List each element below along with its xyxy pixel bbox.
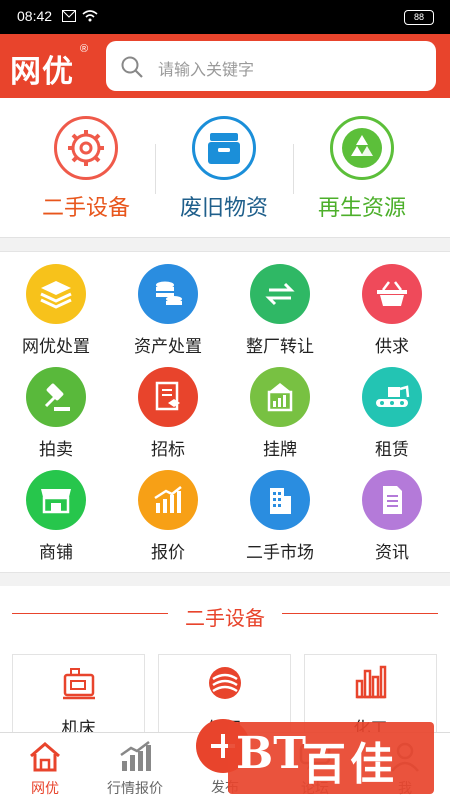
top-category-card: 二手设备 废旧物资 再生资源 <box>0 98 450 238</box>
grid-label: 供求 <box>375 337 409 356</box>
grid-label: 商铺 <box>39 543 73 562</box>
grid-label: 报价 <box>151 543 185 562</box>
category-label: 二手设备 <box>41 195 130 220</box>
textile-icon <box>208 667 241 699</box>
app-logo: 网优 <box>10 54 74 90</box>
chart-board-icon <box>250 367 310 427</box>
chemical-plant-icon <box>355 665 386 699</box>
section-title: 二手设备 <box>185 608 265 630</box>
grid-label: 资产处置 <box>134 337 202 356</box>
recycle-icon <box>330 116 394 180</box>
grid-label: 资讯 <box>375 543 409 562</box>
grid-item-news[interactable]: 资讯 <box>336 470 448 563</box>
status-icons <box>62 10 98 22</box>
grid-item-wangyou-disposal[interactable]: 网优处置 <box>0 264 112 357</box>
search-input[interactable]: 请输入关键字 <box>106 41 436 91</box>
excavator-icon <box>362 367 422 427</box>
grid-label: 招标 <box>151 440 185 459</box>
app-header: 网优 ® 请输入关键字 <box>0 34 450 98</box>
gavel-icon <box>26 367 86 427</box>
battery-icon: 88 <box>404 10 434 25</box>
layers-icon <box>26 264 86 324</box>
shop-icon <box>26 470 86 530</box>
grid-item-quotation[interactable]: 报价 <box>112 470 224 563</box>
nav-label: 网优 <box>31 780 59 796</box>
grid-label: 拍卖 <box>39 440 73 459</box>
bar-growth-icon <box>138 470 198 530</box>
market-chart-icon <box>120 741 151 771</box>
grid-item-leasing[interactable]: 租赁 <box>336 367 448 460</box>
service-grid: 网优处置 资产处置 整厂转让 供求 拍卖 招标 挂牌 租赁 商铺 报价 二手市场… <box>0 251 450 573</box>
grid-item-listing[interactable]: 挂牌 <box>224 367 336 460</box>
category-waste-materials[interactable]: 废旧物资 <box>154 116 294 222</box>
grid-item-tender[interactable]: 招标 <box>112 367 224 460</box>
category-used-equipment[interactable]: 二手设备 <box>16 116 156 222</box>
search-icon <box>121 56 143 78</box>
basket-icon <box>362 264 422 324</box>
grid-item-asset-disposal[interactable]: 资产处置 <box>112 264 224 357</box>
grid-label: 租赁 <box>375 440 409 459</box>
grid-item-second-hand-market[interactable]: 二手市场 <box>224 470 336 563</box>
machine-tool-icon <box>62 668 95 700</box>
grid-item-auction[interactable]: 拍卖 <box>0 367 112 460</box>
grid-item-shops[interactable]: 商铺 <box>0 470 112 563</box>
watermark: BT 百佳 <box>228 722 434 794</box>
grid-label: 整厂转让 <box>246 337 314 356</box>
watermark-mark: BT <box>236 728 306 779</box>
grid-item-supply-demand[interactable]: 供求 <box>336 264 448 357</box>
category-renewable[interactable]: 再生资源 <box>292 116 432 222</box>
grid-label: 二手市场 <box>246 543 314 562</box>
equipment-card-machine-tool[interactable]: 机床 <box>12 654 145 744</box>
category-label: 再生资源 <box>317 195 406 220</box>
category-label: 废旧物资 <box>179 195 268 220</box>
nav-market-quotes[interactable]: 行情报价 <box>90 739 180 798</box>
registered-mark: ® <box>80 43 89 55</box>
gear-icon <box>54 116 118 180</box>
message-icon <box>62 10 76 22</box>
storage-box-icon <box>192 116 256 180</box>
status-time: 08:42 <box>17 8 53 24</box>
building-icon <box>250 470 310 530</box>
watermark-text: 百佳 <box>302 740 398 789</box>
grid-label: 网优处置 <box>22 337 90 356</box>
wifi-icon <box>82 10 98 22</box>
search-placeholder: 请输入关键字 <box>158 62 255 79</box>
document-icon <box>138 367 198 427</box>
nav-home[interactable]: 网优 <box>0 739 90 798</box>
coins-icon <box>138 264 198 324</box>
nav-label: 行情报价 <box>107 780 163 796</box>
used-equipment-section: 二手设备 机床 纺织 化工 <box>0 586 450 744</box>
news-icon <box>362 470 422 530</box>
home-icon <box>30 742 60 772</box>
grid-item-factory-transfer[interactable]: 整厂转让 <box>224 264 336 357</box>
status-bar: 08:42 88 <box>0 0 450 34</box>
grid-label: 挂牌 <box>263 440 297 459</box>
transfer-arrows-icon <box>250 264 310 324</box>
